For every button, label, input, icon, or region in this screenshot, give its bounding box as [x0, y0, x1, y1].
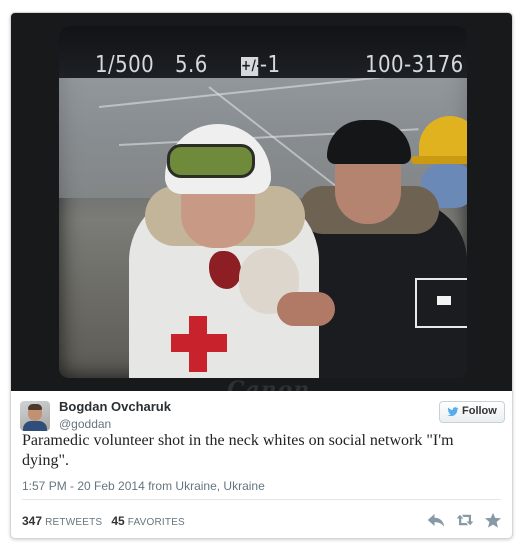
red-cross-horizontal — [171, 334, 227, 352]
author-display-name[interactable]: Bogdan Ovcharuk — [59, 399, 171, 414]
star-icon[interactable] — [484, 512, 502, 528]
divider — [22, 499, 501, 500]
hardhat-rim — [411, 156, 467, 164]
camera-lcd-screen: 1/500 5.6 +/--1 100-3176 1 — [59, 26, 467, 378]
favorites-label[interactable]: FAVORITES — [128, 517, 185, 528]
twitter-bird-icon — [447, 407, 459, 417]
supporting-hand — [277, 292, 335, 326]
tweet-text: Paramedic volunteer shot in the neck whi… — [22, 432, 454, 469]
avatar[interactable] — [20, 401, 50, 431]
retweets-count[interactable]: 347 — [22, 514, 42, 528]
aperture-readout: 5.6 — [175, 52, 208, 78]
retweets-label[interactable]: RETWEETS — [45, 517, 102, 528]
camera-brand-logo: Canon — [227, 377, 311, 391]
tweet-timestamp[interactable]: 1:57 PM - 20 Feb 2014 from Ukraine, Ukra… — [22, 479, 265, 493]
author-handle[interactable]: @goddan — [59, 417, 111, 431]
tweet-card: 1/500 5.6 +/--1 100-3176 1 Canon Bogdan … — [10, 12, 513, 539]
reply-icon[interactable] — [427, 512, 445, 528]
file-counter-readout: 100-3176 — [365, 52, 464, 78]
exposure-compensation-icon: +/- — [241, 57, 262, 76]
favorites-count[interactable]: 45 — [111, 514, 124, 528]
blood-stain — [209, 251, 241, 289]
avatar-shirt — [23, 421, 47, 431]
follow-button-label: Follow — [462, 405, 497, 417]
tweet-photo[interactable]: 1/500 5.6 +/--1 100-3176 1 Canon — [11, 13, 512, 391]
autofocus-point — [437, 296, 451, 305]
follow-button[interactable]: Follow — [439, 401, 505, 423]
exposure-compensation-readout: +/--1 — [241, 52, 281, 78]
paramedic-goggles — [167, 144, 255, 178]
retweet-icon[interactable] — [456, 512, 474, 528]
tweet-stats: 347 RETWEETS 45 FAVORITES — [22, 514, 191, 528]
shutter-speed-readout: 1/500 — [95, 52, 155, 78]
exposure-value: -1 — [259, 52, 281, 78]
avatar-hair — [28, 404, 42, 410]
